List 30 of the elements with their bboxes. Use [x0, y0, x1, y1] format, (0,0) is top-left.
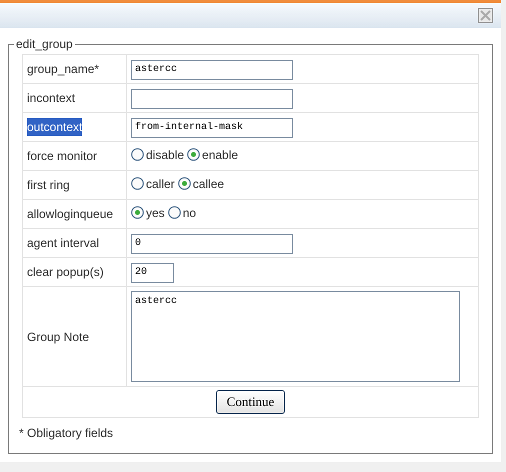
input-field[interactable]: astercc	[131, 60, 293, 80]
radio-label[interactable]: caller	[146, 174, 175, 193]
radio-button[interactable]	[187, 148, 200, 162]
input-field[interactable]: 20	[131, 262, 174, 283]
input-field[interactable]: from-internal-mask	[131, 118, 293, 138]
radio-label[interactable]: disable	[146, 146, 184, 164]
radio-button[interactable]	[168, 206, 181, 220]
note-field[interactable]: astercc	[131, 291, 460, 382]
field-label: allowloginqueue	[27, 206, 114, 223]
field-label: force monitor	[27, 148, 98, 165]
footnote: * Obligatory fields	[19, 424, 114, 442]
input-field[interactable]	[131, 88, 293, 109]
field-label: first ring	[27, 177, 70, 194]
field-label: incontext	[27, 90, 76, 107]
radio-label[interactable]: enable	[202, 146, 238, 164]
field-label: group_name*	[27, 61, 100, 78]
fieldset-legend: edit_group	[14, 38, 75, 50]
radio-button[interactable]	[131, 206, 144, 220]
radio-label[interactable]: yes	[146, 204, 165, 222]
input-field[interactable]: 0	[131, 234, 293, 254]
field-label: outcontext	[27, 118, 82, 136]
radio-label[interactable]: callee	[192, 174, 224, 193]
radio-button[interactable]	[131, 148, 144, 162]
radio-button[interactable]	[178, 177, 191, 190]
field-label: agent interval	[27, 235, 100, 252]
radio-button[interactable]	[131, 177, 144, 190]
radio-label[interactable]: no	[182, 204, 196, 222]
field-label: clear popup(s)	[27, 264, 104, 281]
field-label: Group Note	[27, 328, 90, 346]
continue-button[interactable]: Continue	[216, 390, 286, 414]
